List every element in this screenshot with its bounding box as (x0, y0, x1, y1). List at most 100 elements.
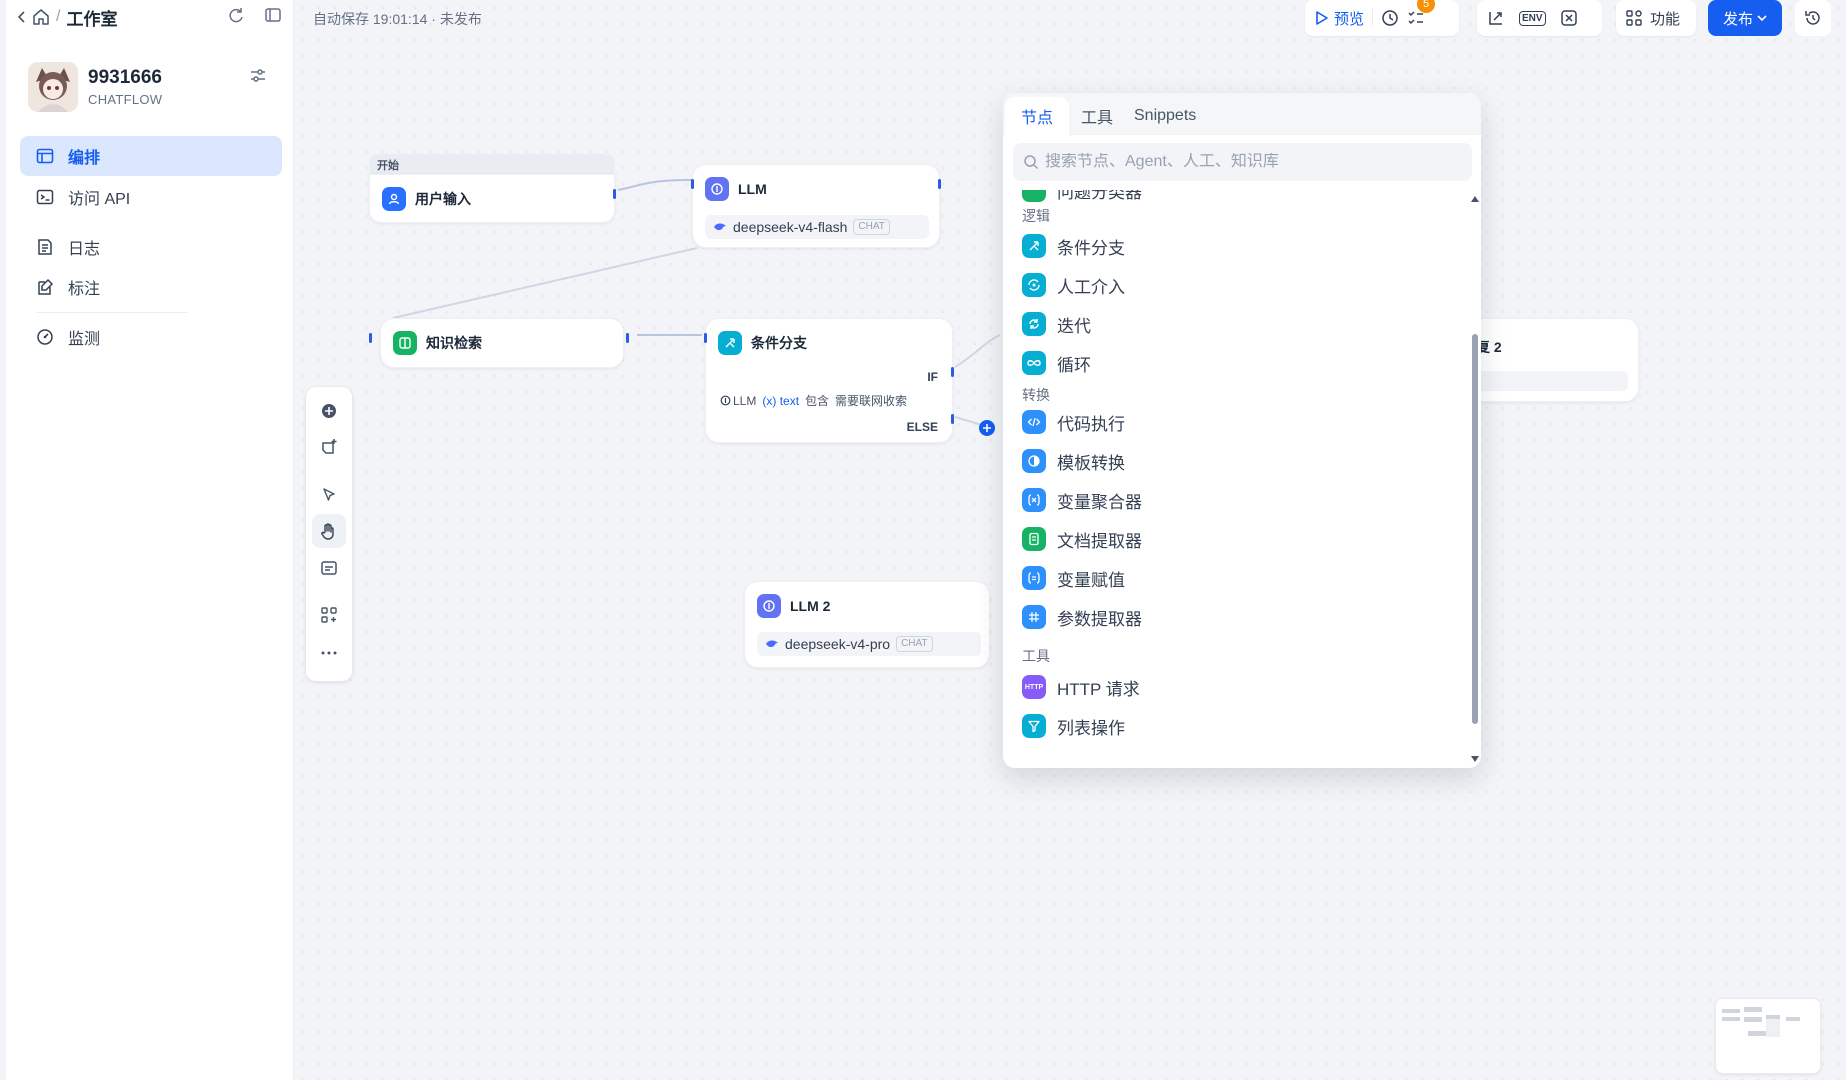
workflow-canvas[interactable]: 自动保存 19:01:14 · 未发布 预览 5 ENV 功能 发布 开始 用户… (295, 0, 1846, 1080)
llm2-model-selector[interactable]: deepseek-v4-pro CHAT (757, 632, 981, 656)
assign-icon (1022, 566, 1046, 590)
variable-icon (1022, 488, 1046, 512)
knowledge-node-title: 知识检索 (426, 335, 482, 351)
output-handle[interactable] (613, 189, 616, 199)
list-item-variable-assigner[interactable]: 变量赋值 (1022, 562, 1462, 594)
group-label-transform: 转换 (1022, 387, 1050, 403)
else-output-handle[interactable] (951, 414, 954, 424)
minimap[interactable] (1715, 998, 1821, 1074)
llm-model-mode: CHAT (853, 219, 890, 235)
list-item-template[interactable]: 模板转换 (1022, 445, 1462, 477)
item-label: 文档提取器 (1057, 531, 1142, 551)
refresh-icon[interactable] (227, 6, 245, 24)
nav-monitor[interactable]: 监测 (20, 317, 282, 357)
item-label: 变量聚合器 (1057, 492, 1142, 512)
http-icon: HTTP (1022, 675, 1046, 699)
nav-logs[interactable]: 日志 (20, 227, 282, 267)
nav-divider (36, 312, 188, 313)
knowledge-retrieval-node[interactable]: 知识检索 (369, 318, 629, 368)
list-item-http[interactable]: HTTP HTTP 请求 (1022, 671, 1462, 703)
scroll-down-arrow-icon[interactable] (1471, 756, 1479, 762)
question-classifier-icon (1022, 190, 1046, 202)
nav-label: 标注 (68, 281, 101, 298)
scrollbar[interactable] (1469, 190, 1481, 768)
llm2-model-mode: CHAT (896, 636, 933, 652)
output-handle[interactable] (626, 333, 629, 343)
list-item-code[interactable]: 代码执行 (1022, 406, 1462, 438)
llm-icon (757, 594, 781, 618)
item-label: 模板转换 (1057, 453, 1125, 473)
start-node-title: 用户输入 (415, 191, 471, 207)
comment-icon[interactable] (312, 552, 346, 586)
if-else-node-header: 条件分支 (718, 331, 807, 355)
item-label: 列表操作 (1057, 718, 1125, 738)
home-icon[interactable] (32, 8, 50, 26)
list-item-doc-extractor[interactable]: 文档提取器 (1022, 523, 1462, 555)
add-node-plus-icon[interactable] (979, 420, 995, 436)
output-handle[interactable] (938, 179, 941, 189)
hand-icon[interactable] (312, 514, 346, 548)
group-label-logic: 逻辑 (1022, 208, 1050, 224)
list-item-list-operation[interactable]: 列表操作 (1022, 710, 1462, 742)
llm2-node[interactable]: LLM 2 deepseek-v4-pro CHAT (744, 581, 990, 668)
llm2-model-name: deepseek-v4-pro (785, 636, 891, 652)
start-node-group: 开始 (369, 154, 615, 176)
terminal-icon (36, 188, 54, 206)
group-label-tools: 工具 (1022, 648, 1050, 664)
nav-label: 编排 (68, 150, 101, 167)
node-list: 问题分类器 逻辑 条件分支 人工介入 迭代 循环 转换 代码执行 模板转换 变量… (1003, 190, 1469, 768)
breadcrumb-title[interactable]: 工作室 (66, 5, 117, 30)
item-label: 变量赋值 (1057, 570, 1125, 590)
node-search-input[interactable] (1045, 153, 1465, 171)
condition-variable-prefix: (x) (762, 393, 777, 408)
condition-variable-name: text (779, 393, 800, 408)
llm2-node-title: LLM 2 (790, 598, 831, 614)
llm-node[interactable]: LLM deepseek-v4-flash CHAT (691, 164, 941, 248)
sidebar-collapse-icon[interactable] (264, 6, 282, 24)
tab-snippets[interactable]: Snippets (1118, 97, 1212, 135)
app-type: CHATFLOW (88, 92, 163, 107)
list-item-human[interactable]: 人工介入 (1022, 269, 1462, 301)
more-icon[interactable] (312, 636, 346, 670)
deepseek-whale-icon (713, 221, 727, 233)
tab-nodes[interactable]: 节点 (1005, 97, 1070, 135)
input-handle[interactable] (369, 333, 372, 343)
input-handle[interactable] (691, 179, 694, 189)
node-picker-panel: 节点 工具 Snippets 问题分类器 逻辑 条件分支 人工介入 (1003, 93, 1481, 768)
if-output-handle[interactable] (951, 367, 954, 377)
input-handle[interactable] (704, 333, 707, 343)
condition-variable: (x) text (762, 394, 799, 408)
nav-annotation[interactable]: 标注 (20, 267, 282, 307)
organize-icon[interactable] (312, 598, 346, 632)
start-node[interactable]: 用户输入 (369, 174, 616, 223)
list-item-iteration[interactable]: 迭代 (1022, 308, 1462, 340)
list-item-partial[interactable]: 问题分类器 (1022, 190, 1462, 206)
knowledge-icon (393, 331, 417, 355)
llm-icon (705, 177, 729, 201)
list-item-parameter-extractor[interactable]: 参数提取器 (1022, 601, 1462, 633)
knowledge-node-header: 知识检索 (393, 331, 482, 355)
list-item-variable-aggregator[interactable]: 变量聚合器 (1022, 484, 1462, 516)
nav-orchestrate[interactable]: 编排 (20, 136, 282, 176)
back-chevron-icon[interactable] (18, 11, 26, 23)
llm-model-selector[interactable]: deepseek-v4-flash CHAT (705, 215, 929, 239)
list-item-if-else[interactable]: 条件分支 (1022, 230, 1462, 262)
nav-api[interactable]: 访问 API (20, 177, 282, 217)
add-node-icon[interactable] (312, 394, 346, 428)
add-note-icon[interactable] (312, 430, 346, 464)
filter-icon (1022, 714, 1046, 738)
pointer-icon[interactable] (312, 478, 346, 512)
breadcrumb-separator: / (56, 8, 61, 25)
if-label: IF (927, 370, 938, 384)
app-name: 9931666 (88, 67, 162, 88)
annotation-icon (36, 278, 54, 296)
if-else-node[interactable]: 条件分支 IF LLM (x) text 包含 需要联网收索 ELSE (704, 318, 954, 443)
settings-sliders-icon[interactable] (249, 67, 267, 85)
user-input-icon (382, 187, 406, 211)
iteration-icon (1022, 312, 1046, 336)
app-card[interactable]: 9931666 CHATFLOW (28, 62, 162, 112)
list-item-loop[interactable]: 循环 (1022, 347, 1462, 379)
scroll-up-arrow-icon[interactable] (1471, 196, 1479, 202)
item-label: 参数提取器 (1057, 609, 1142, 629)
scrollbar-thumb[interactable] (1472, 334, 1478, 724)
